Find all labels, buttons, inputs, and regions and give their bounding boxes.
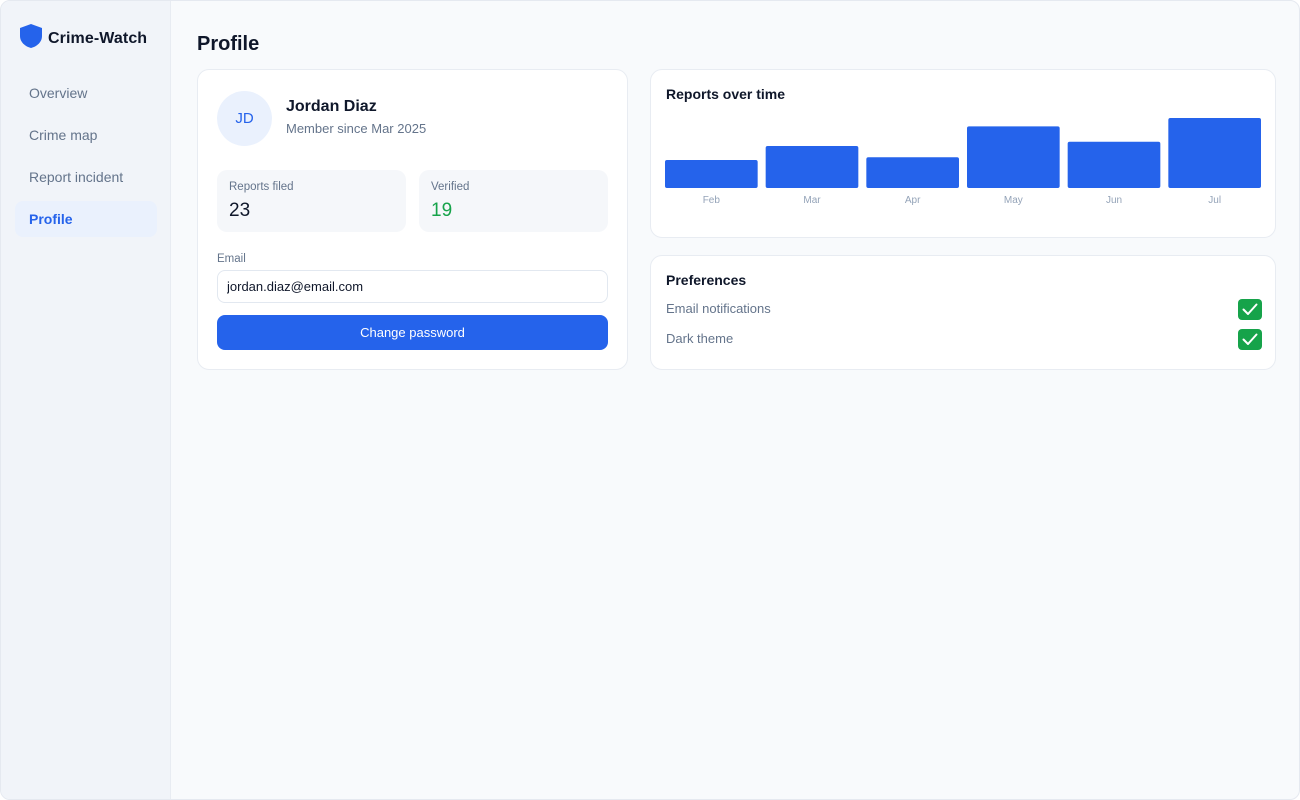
chart-title: Reports over time [666,86,786,102]
email-notifications-checkbox[interactable] [1238,299,1262,320]
stat-value: 19 [431,200,453,221]
x-tick-label: Feb [703,195,721,206]
shield-icon [19,23,43,54]
user-name: Jordan Diaz [286,98,377,115]
avatar: JD [217,91,272,146]
email-label: Email [217,253,246,265]
x-tick-label: Apr [905,195,921,206]
bar-jul [1168,118,1261,188]
sidebar: Crime-Watch Overview Crime map Report in… [1,1,171,799]
dark-theme-checkbox[interactable] [1238,329,1262,350]
bar-may [967,126,1060,188]
sidebar-item-profile[interactable]: Profile [15,201,157,237]
profile-card: JD Jordan Diaz Member since Mar 2025 Rep… [197,69,628,370]
bar-feb [665,160,758,188]
preferences-card: Preferences Email notifications Dark the… [650,255,1276,370]
preferences-title: Preferences [666,272,747,288]
app-window: Crime-Watch Overview Crime map Report in… [0,0,1300,800]
email-field[interactable] [217,270,608,303]
check-icon [1242,303,1258,315]
sidebar-nav: Overview Crime map Report incident Profi… [15,75,157,243]
stat-reports-filed: Reports filed 23 [217,170,406,232]
bar-apr [866,157,959,188]
brand[interactable]: Crime-Watch [19,23,147,54]
bar-mar [765,146,859,188]
sidebar-item-overview[interactable]: Overview [15,75,157,111]
page-title: Profile [197,33,260,55]
stat-verified: Verified 19 [419,170,608,232]
sidebar-item-crime-map[interactable]: Crime map [15,117,157,153]
pref-email-notifications: Email notifications [666,299,1262,321]
x-tick-label: Jun [1106,195,1122,206]
stat-value: 23 [229,200,251,221]
stat-label: Verified [431,181,470,193]
x-tick-label: Mar [803,195,821,206]
sidebar-item-report-incident[interactable]: Report incident [15,159,157,195]
stat-label: Reports filed [229,181,294,193]
check-icon [1242,333,1258,345]
reports-bar-chart: Feb Mar Apr May Jun Jul [665,118,1261,206]
x-tick-label: Jul [1208,195,1221,206]
x-tick-label: May [1004,195,1023,206]
change-password-button[interactable]: Change password [217,315,608,350]
pref-label: Email notifications [666,301,771,316]
pref-label: Dark theme [666,331,734,346]
member-since: Member since Mar 2025 [286,121,427,136]
brand-name: Crime-Watch [48,29,148,47]
reports-chart-card: Reports over time Feb Mar Apr May Jun Jul [650,69,1276,238]
bar-jun [1067,141,1161,188]
pref-dark-theme: Dark theme [666,329,1262,351]
